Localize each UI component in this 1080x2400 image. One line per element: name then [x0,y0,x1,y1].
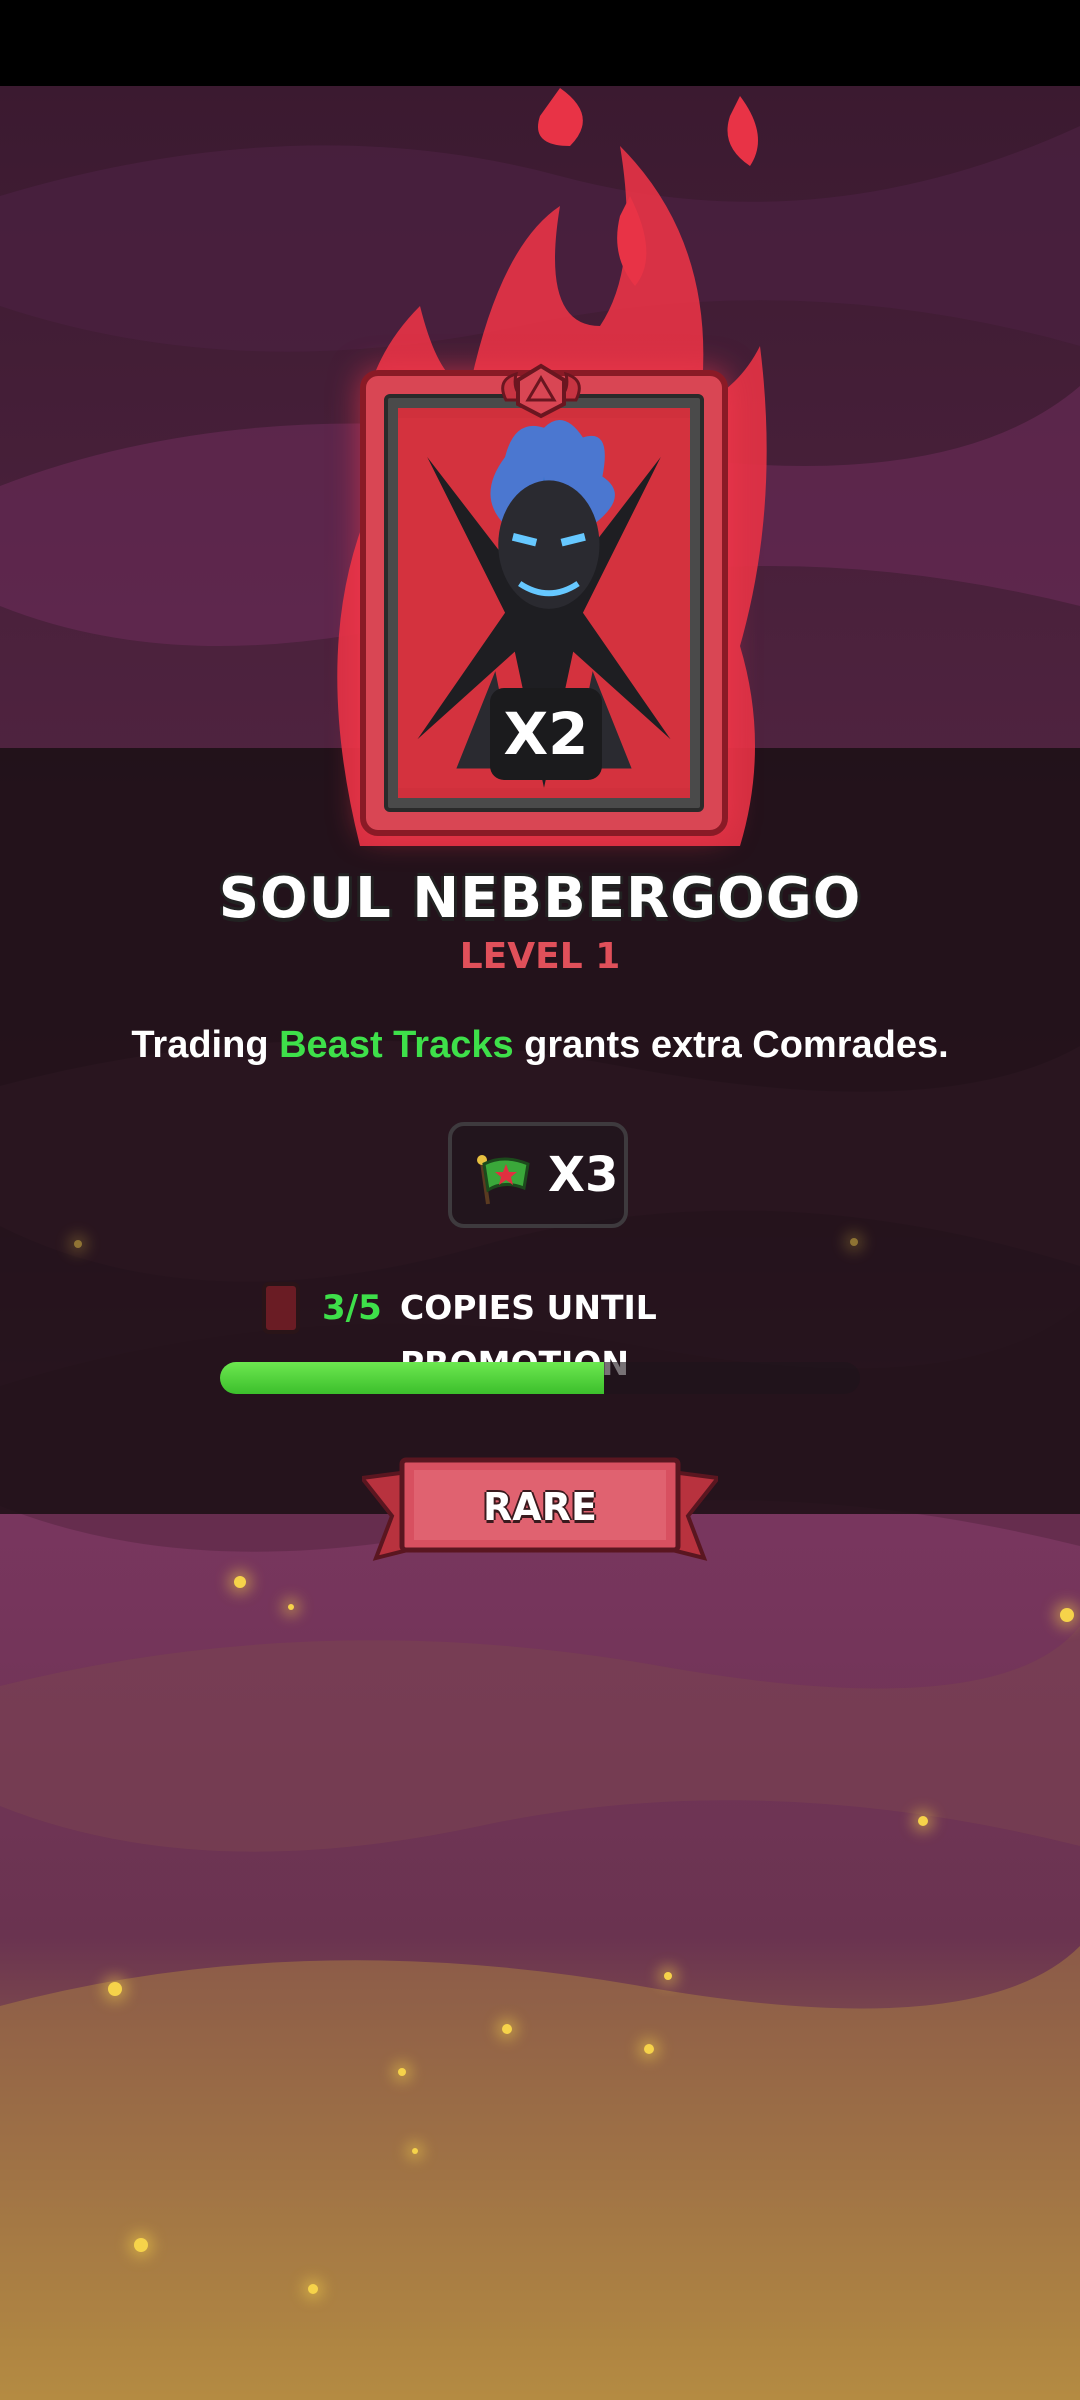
rarity-label: RARE [483,1485,597,1529]
sparkle [644,2044,654,2054]
hero-card[interactable]: X2 [356,362,728,836]
d20-emblem-icon [501,363,581,419]
sparkle [308,2284,318,2294]
ability-description: Trading Beast Tracks grants extra Comrad… [0,1024,1080,1067]
sparkle [398,2068,406,2076]
sparkle [288,1604,294,1610]
sparkle [234,1576,246,1588]
card-frame: X2 [360,370,728,836]
status-bar [0,0,1080,86]
sparkle [850,1238,858,1246]
sparkle [74,1240,82,1248]
sparkle [502,2024,512,2034]
sparkle [664,1972,672,1980]
sparkle [108,1982,122,1996]
hero-name: SOUL NEBBERGOGO [218,866,862,931]
description-suffix: grants extra Comrades. [513,1024,949,1066]
card-count-badge: X2 [490,688,602,780]
sparkle [412,2148,418,2154]
flag-icon [477,1155,530,1205]
description-prefix: Trading [131,1024,280,1066]
reward-count: X3 [548,1147,619,1203]
sparkle [918,1816,928,1826]
hero-level: LEVEL 1 [459,936,621,977]
reward-item[interactable]: X3 [448,1122,628,1228]
copies-count: 3/5 [322,1288,382,1328]
sparkle [1060,1608,1074,1622]
description-highlight: Beast Tracks [279,1024,514,1066]
promotion-progress-bar [220,1362,860,1394]
promotion-status: 3/5 COPIES UNTIL PROMOTION [262,1280,862,1383]
promotion-progress-fill [220,1362,604,1394]
card-copy-icon [262,1282,300,1334]
sparkle [134,2238,148,2252]
